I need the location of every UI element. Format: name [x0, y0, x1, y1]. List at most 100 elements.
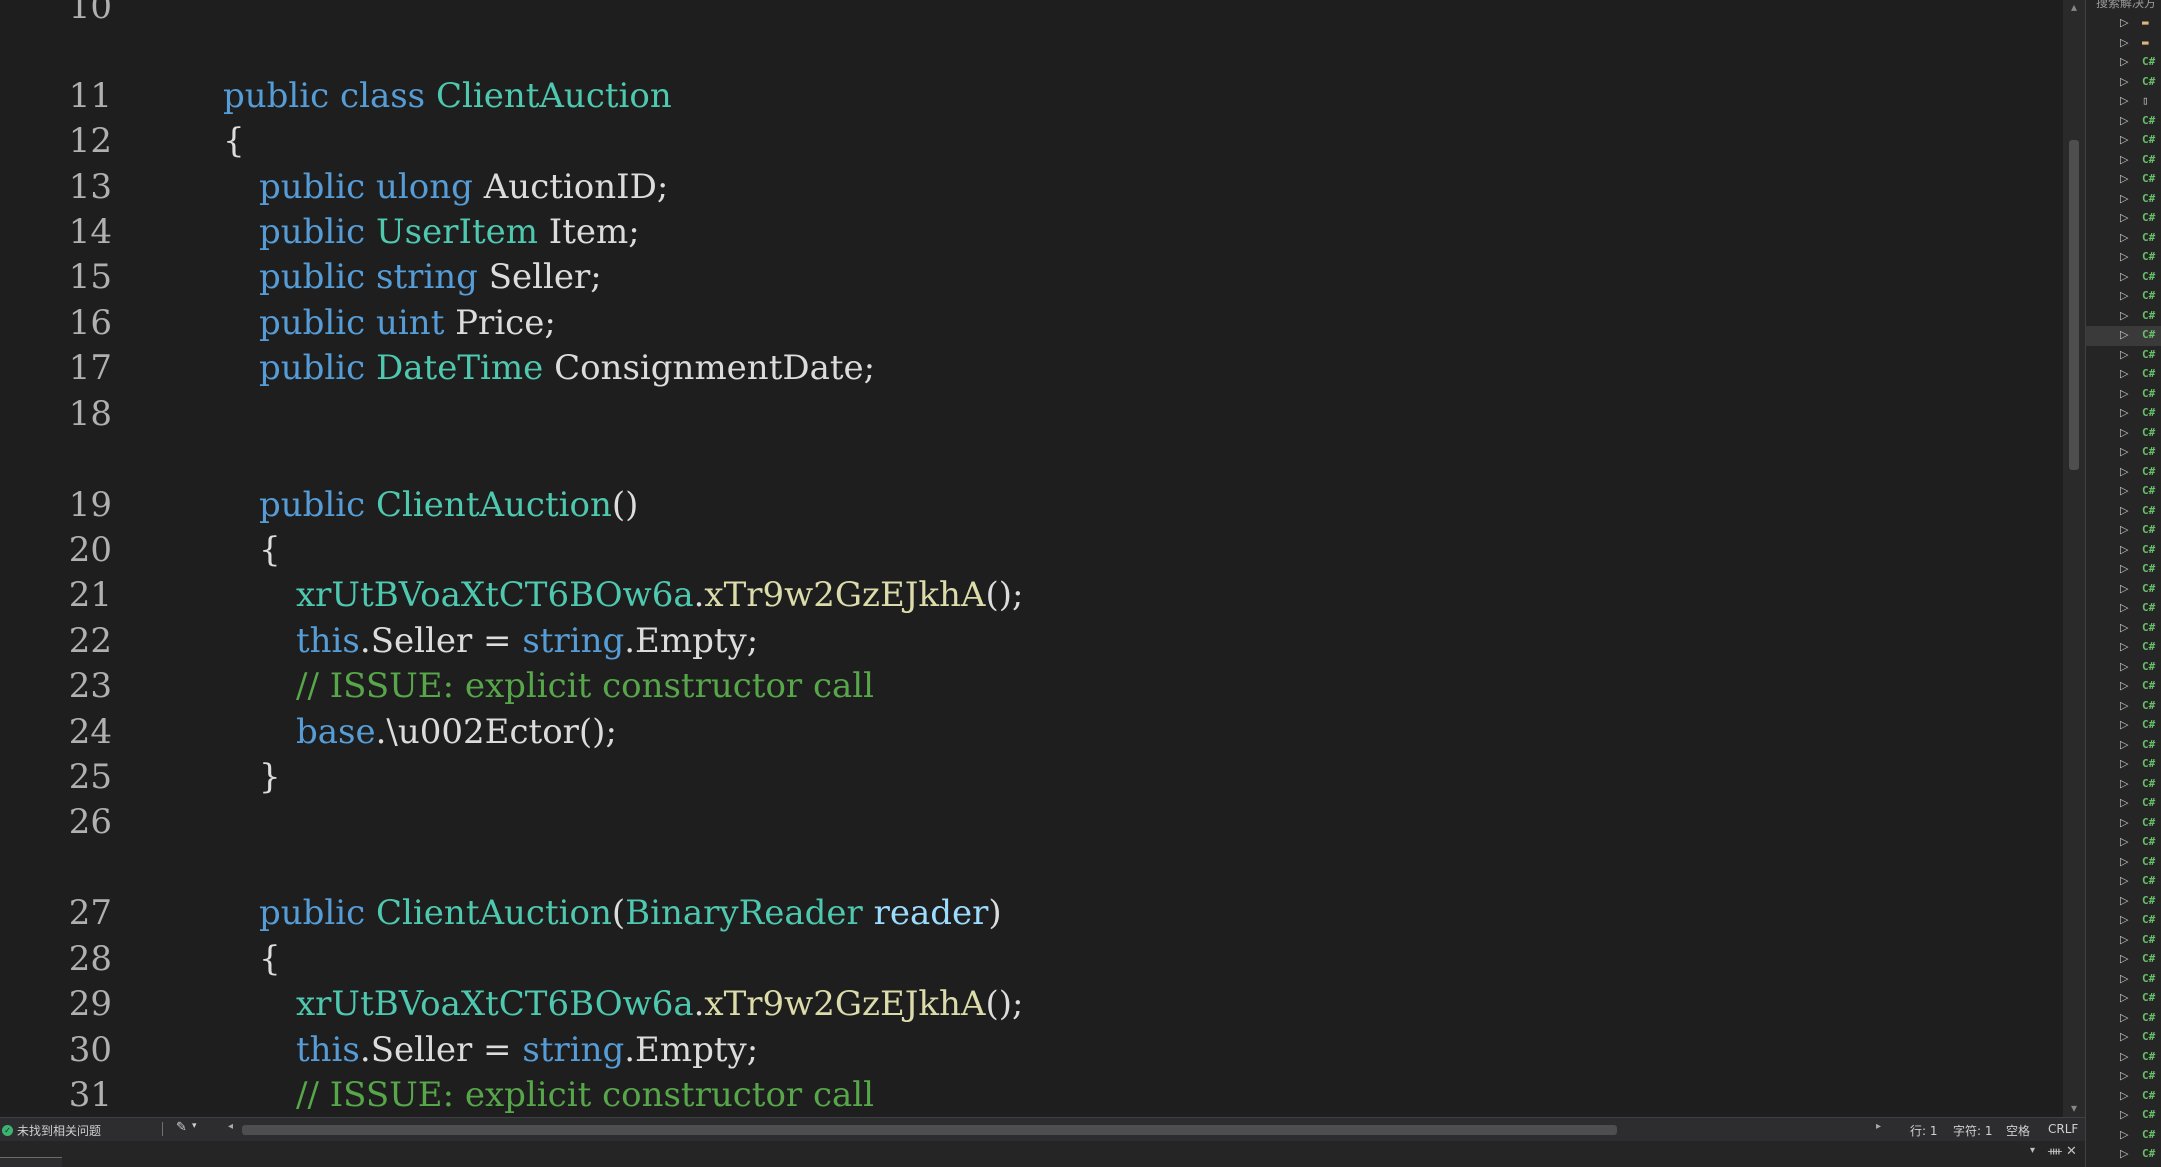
solution-tree-item[interactable]: ▷ C#	[2086, 190, 2161, 210]
expand-arrow-icon[interactable]: ▷	[2120, 1011, 2128, 1024]
expand-arrow-icon[interactable]: ▷	[2120, 952, 2128, 965]
expand-arrow-icon[interactable]: ▷	[2120, 75, 2128, 88]
expand-arrow-icon[interactable]: ▷	[2120, 1108, 2128, 1121]
solution-tree-item[interactable]: ▷ C#	[2086, 931, 2161, 951]
expand-arrow-icon[interactable]: ▷	[2120, 309, 2128, 322]
code-line[interactable]: 19 public ClientAuction()	[0, 482, 2063, 528]
expand-arrow-icon[interactable]: ▷	[2120, 543, 2128, 556]
scroll-right-arrow-icon[interactable]: ▸	[1876, 1121, 1881, 1132]
expand-arrow-icon[interactable]: ▷	[2120, 55, 2128, 68]
editor-horizontal-scroll-thumb[interactable]	[242, 1125, 1617, 1135]
solution-tree-item[interactable]: ▷ ▬	[2086, 34, 2161, 54]
solution-tree-item[interactable]: ▷ C#	[2086, 580, 2161, 600]
expand-arrow-icon[interactable]: ▷	[2120, 621, 2128, 634]
solution-tree-item[interactable]: ▷ C#	[2086, 424, 2161, 444]
code-line[interactable]: 28 {	[0, 936, 2063, 982]
solution-tree-item[interactable]: ▷ C#	[2086, 443, 2161, 463]
expand-arrow-icon[interactable]: ▷	[2120, 523, 2128, 536]
status-char-number[interactable]: 字符: 1	[1953, 1122, 1993, 1139]
expand-arrow-icon[interactable]: ▷	[2120, 426, 2128, 439]
solution-tree-item[interactable]: ▷ C#	[2086, 73, 2161, 93]
expand-arrow-icon[interactable]: ▷	[2120, 133, 2128, 146]
code-line[interactable]: 27 public ClientAuction(BinaryReader read…	[0, 890, 2063, 936]
solution-tree-item[interactable]: ▷ C#	[2086, 151, 2161, 171]
code-line[interactable]: 23 // ISSUE: explicit constructor call	[0, 663, 2063, 709]
code-line[interactable]: 24 base.\u002Ector();	[0, 709, 2063, 755]
code-line[interactable]: 29 xrUtBVoaXtCT6BOw6a.xTr9w2GzEJkhA();	[0, 981, 2063, 1027]
expand-arrow-icon[interactable]: ▷	[2120, 777, 2128, 790]
solution-tree-item[interactable]: ▷ C#	[2086, 814, 2161, 834]
editor-vertical-scroll-thumb[interactable]	[2069, 140, 2079, 470]
solution-tree-item[interactable]: ▷ ▬	[2086, 14, 2161, 34]
code-line[interactable]: 18	[0, 391, 2063, 437]
solution-tree-item[interactable]: ▷ C#	[2086, 1009, 2161, 1029]
expand-arrow-icon[interactable]: ▷	[2120, 250, 2128, 263]
expand-arrow-icon[interactable]: ▷	[2120, 289, 2128, 302]
code-line[interactable]: 26	[0, 799, 2063, 845]
expand-arrow-icon[interactable]: ▷	[2120, 699, 2128, 712]
expand-arrow-icon[interactable]: ▷	[2120, 153, 2128, 166]
solution-tree-item[interactable]: ▷ C#	[2086, 268, 2161, 288]
editor-vertical-scrollbar[interactable]: ▴ ▾	[2063, 0, 2085, 1117]
solution-tree-item[interactable]: ▷ C#	[2086, 1145, 2161, 1165]
code-line[interactable]: 17 public DateTime ConsignmentDate;	[0, 345, 2063, 391]
expand-arrow-icon[interactable]: ▷	[2120, 738, 2128, 751]
expand-arrow-icon[interactable]: ▷	[2120, 562, 2128, 575]
expand-arrow-icon[interactable]: ▷	[2120, 796, 2128, 809]
solution-tree-item[interactable]: ▷ C#	[2086, 307, 2161, 327]
solution-tree-item[interactable]: ▷ C#	[2086, 950, 2161, 970]
code-line[interactable]: 10	[0, 0, 2063, 30]
code-line[interactable]: 12 {	[0, 118, 2063, 164]
code-line[interactable]: 25}	[0, 754, 2063, 800]
solution-tree-item[interactable]: ▷ C#	[2086, 697, 2161, 717]
expand-arrow-icon[interactable]: ▷	[2120, 192, 2128, 205]
solution-tree-item[interactable]: ▷ C#	[2086, 755, 2161, 775]
issue-status[interactable]: ✓ 未找到相关问题	[2, 1122, 101, 1139]
expand-arrow-icon[interactable]: ▷	[2120, 484, 2128, 497]
solution-tree-item[interactable]: ▷ C#	[2086, 53, 2161, 73]
expand-arrow-icon[interactable]: ▷	[2120, 894, 2128, 907]
scroll-down-arrow-icon[interactable]: ▾	[2063, 1101, 2085, 1117]
solution-tree-item[interactable]: ▷ C#	[2086, 404, 2161, 424]
code-cleanup-brush-icon[interactable]: ✎	[176, 1120, 187, 1135]
expand-arrow-icon[interactable]: ▷	[2120, 94, 2128, 107]
expand-arrow-icon[interactable]: ▷	[2120, 465, 2128, 478]
expand-arrow-icon[interactable]: ▷	[2120, 445, 2128, 458]
code-line[interactable]: 16 public uint Price;	[0, 300, 2063, 346]
expand-arrow-icon[interactable]: ▷	[2120, 933, 2128, 946]
solution-explorer-search[interactable]: 搜索解决方	[2096, 0, 2156, 11]
expand-arrow-icon[interactable]: ▷	[2120, 874, 2128, 887]
solution-tree-item[interactable]: ▷ C#	[2086, 112, 2161, 132]
solution-tree-item[interactable]: ▷ C#	[2086, 229, 2161, 249]
solution-tree-item[interactable]: ▷ C#	[2086, 658, 2161, 678]
code-line[interactable]: 21 xrUtBVoaXtCT6BOw6a.xTr9w2GzEJkhA();	[0, 572, 2063, 618]
close-icon[interactable]: ✕	[2066, 1144, 2077, 1159]
expand-arrow-icon[interactable]: ▷	[2120, 406, 2128, 419]
solution-tree-item[interactable]: ▷ C#	[2086, 502, 2161, 522]
solution-tree-item[interactable]: ▷ C#	[2086, 1126, 2161, 1146]
code-line[interactable]: 30 this.Seller = string.Empty;	[0, 1027, 2063, 1073]
solution-tree-item[interactable]: ▷ C#	[2086, 482, 2161, 502]
expand-arrow-icon[interactable]: ▷	[2120, 1069, 2128, 1082]
expand-arrow-icon[interactable]: ▷	[2120, 172, 2128, 185]
expand-arrow-icon[interactable]: ▷	[2120, 348, 2128, 361]
expand-arrow-icon[interactable]: ▷	[2120, 231, 2128, 244]
expand-arrow-icon[interactable]: ▷	[2120, 913, 2128, 926]
code-line[interactable]: 31 // ISSUE: explicit constructor call	[0, 1072, 2063, 1117]
solution-tree-item[interactable]: ▷ C#	[2086, 209, 2161, 229]
code-editor[interactable]: 10 11 public class ClientAuction 12 {13 publi…	[0, 0, 2063, 1117]
expand-arrow-icon[interactable]: ▷	[2120, 640, 2128, 653]
solution-tree-item[interactable]: ▷ C#	[2086, 1067, 2161, 1087]
expand-arrow-icon[interactable]: ▷	[2120, 582, 2128, 595]
code-line[interactable]: 20 {	[0, 527, 2063, 573]
expand-arrow-icon[interactable]: ▷	[2120, 387, 2128, 400]
solution-tree-item[interactable]: ▷ C#	[2086, 619, 2161, 639]
solution-tree-item[interactable]: ▷ C#	[2086, 541, 2161, 561]
expand-arrow-icon[interactable]: ▷	[2120, 328, 2128, 341]
expand-arrow-icon[interactable]: ▷	[2120, 757, 2128, 770]
expand-arrow-icon[interactable]: ▷	[2120, 816, 2128, 829]
expand-arrow-icon[interactable]: ▷	[2120, 1089, 2128, 1102]
solution-tree-item[interactable]: ▷ C#	[2086, 131, 2161, 151]
expand-arrow-icon[interactable]: ▷	[2120, 1030, 2128, 1043]
solution-tree-item[interactable]: ▷ C#	[2086, 521, 2161, 541]
